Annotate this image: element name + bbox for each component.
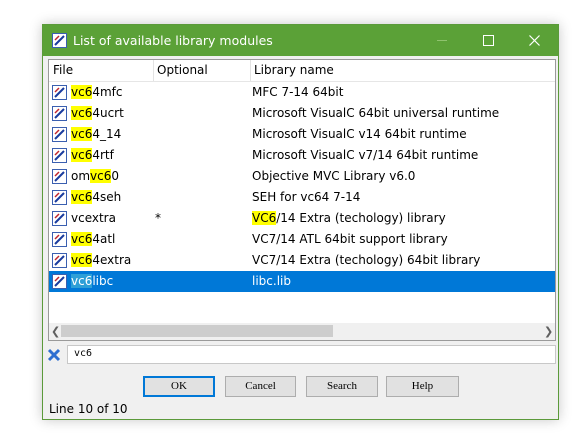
scrollbar-thumb[interactable] (61, 325, 333, 337)
file-cell: vc6libc (71, 271, 113, 292)
cell-text: SEH for vc64 7-14 (252, 190, 361, 204)
cell-text: 0 (111, 169, 120, 183)
match-highlight: vc6 (90, 169, 112, 183)
library-module-icon (52, 85, 67, 100)
cell-text: Microsoft VisualC v14 64bit runtime (252, 127, 467, 141)
file-cell: vc64extra (71, 250, 131, 271)
title-bar[interactable]: List of available library modules (43, 25, 558, 56)
library-module-icon (52, 232, 67, 247)
list-item[interactable]: vc64_14 Microsoft VisualC v14 64bit runti… (49, 124, 555, 145)
cell-text: 4_14 (92, 127, 122, 141)
list-item[interactable]: vc6libc libc.lib (49, 271, 555, 292)
column-header-file[interactable]: File (49, 60, 153, 81)
maximize-icon (482, 35, 494, 46)
cell-text: MFC 7-14 64bit (252, 85, 344, 99)
list-header: File Optional Library name (49, 60, 555, 81)
horizontal-scrollbar[interactable]: ❮ ❯ (49, 323, 555, 340)
file-cell: vcextra (71, 208, 116, 229)
cell-text: 4ucrt (92, 106, 124, 120)
library-module-icon (52, 211, 67, 226)
cell-text: VC7/14 ATL 64bit support library (252, 232, 448, 246)
column-header-optional[interactable]: Optional (153, 60, 250, 81)
list-item[interactable]: vc64mfc MFC 7-14 64bit (49, 82, 555, 103)
app-icon (52, 33, 67, 48)
match-highlight: vc6 (71, 127, 93, 141)
column-header-library-name[interactable]: Library name (250, 60, 550, 81)
cell-text: * (155, 211, 161, 225)
cell-text: Microsoft VisualC 64bit universal runtim… (252, 106, 500, 120)
minimize-button[interactable] (419, 25, 465, 56)
list-item[interactable]: omvc60 Objective MVC Library v6.0 (49, 166, 555, 187)
dialog-title: List of available library modules (73, 33, 273, 48)
cell-text: VC7/14 Extra (techology) 64bit library (252, 253, 481, 267)
scroll-left-icon[interactable]: ❮ (51, 325, 60, 338)
file-cell: vc64_14 (71, 124, 121, 145)
cell-text: 4atl (92, 232, 116, 246)
cell-text: 4seh (92, 190, 122, 204)
library-module-icon (52, 169, 67, 184)
cell-text: Microsoft VisualC v7/14 64bit runtime (252, 148, 479, 162)
cell-text: libc (92, 274, 114, 288)
scroll-right-icon[interactable]: ❯ (544, 325, 553, 338)
minimize-icon (437, 40, 447, 41)
library-name-cell: SEH for vc64 7-14 (252, 187, 360, 208)
library-modules-dialog: List of available library modules File O… (42, 24, 559, 420)
list-item[interactable]: vc64seh SEH for vc64 7-14 (49, 187, 555, 208)
list-item[interactable]: vc64ucrt Microsoft VisualC 64bit universa… (49, 103, 555, 124)
library-module-icon (52, 148, 67, 163)
file-cell: vc64atl (71, 229, 115, 250)
cell-text: vcextra (71, 211, 116, 225)
help-button[interactable]: Help (386, 376, 459, 397)
cell-text: /14 Extra (techology) library (276, 211, 446, 225)
library-name-cell: Microsoft VisualC v7/14 64bit runtime (252, 145, 478, 166)
list-item[interactable]: vcextra * VC6/14 Extra (techology) library (49, 208, 555, 229)
close-icon (528, 35, 540, 46)
file-cell: vc64ucrt (71, 103, 124, 124)
file-cell: omvc60 (71, 166, 119, 187)
list-item[interactable]: vc64atl VC7/14 ATL 64bit support library (49, 229, 555, 250)
list-item[interactable]: vc64rtf Microsoft VisualC v7/14 64bit run… (49, 145, 555, 166)
library-name-cell: Objective MVC Library v6.0 (252, 166, 415, 187)
library-module-icon (52, 253, 67, 268)
cell-text: Objective MVC Library v6.0 (252, 169, 416, 183)
library-name-cell: VC7/14 ATL 64bit support library (252, 229, 448, 250)
match-highlight: vc6 (71, 274, 93, 288)
cell-text: 4mfc (92, 85, 123, 99)
match-highlight: vc6 (71, 190, 93, 204)
cell-text: libc.lib (252, 274, 291, 288)
optional-cell: * (155, 208, 161, 229)
file-cell: vc64seh (71, 187, 121, 208)
match-highlight: vc6 (71, 148, 93, 162)
library-name-cell: VC7/14 Extra (techology) 64bit library (252, 250, 480, 271)
library-list[interactable]: File Optional Library name vc64mfc MFC 7-… (48, 59, 556, 341)
library-name-cell: libc.lib (252, 271, 291, 292)
library-module-icon (52, 274, 67, 289)
filter-input[interactable]: vc6 (67, 345, 556, 364)
status-text: Line 10 of 10 (49, 402, 128, 416)
match-highlight: VC6 (252, 211, 277, 225)
close-button[interactable] (511, 25, 557, 56)
library-module-icon (52, 127, 67, 142)
match-highlight: vc6 (71, 106, 93, 120)
clear-filter-icon[interactable] (47, 348, 61, 362)
library-name-cell: VC6/14 Extra (techology) library (252, 208, 446, 229)
match-highlight: vc6 (71, 85, 93, 99)
library-name-cell: MFC 7-14 64bit (252, 82, 343, 103)
match-highlight: vc6 (71, 232, 93, 246)
maximize-button[interactable] (465, 25, 511, 56)
library-module-icon (52, 190, 67, 205)
cell-text: om (71, 169, 91, 183)
cell-text: 4extra (92, 253, 132, 267)
cancel-button[interactable]: Cancel (225, 376, 296, 397)
ok-button[interactable]: OK (143, 376, 215, 397)
search-button[interactable]: Search (306, 376, 378, 397)
library-module-icon (52, 106, 67, 121)
list-item[interactable]: vc64extra VC7/14 Extra (techology) 64bit … (49, 250, 555, 271)
file-cell: vc64rtf (71, 145, 114, 166)
file-cell: vc64mfc (71, 82, 123, 103)
cell-text: 4rtf (92, 148, 114, 162)
library-name-cell: Microsoft VisualC 64bit universal runtim… (252, 103, 499, 124)
library-name-cell: Microsoft VisualC v14 64bit runtime (252, 124, 467, 145)
match-highlight: vc6 (71, 253, 93, 267)
